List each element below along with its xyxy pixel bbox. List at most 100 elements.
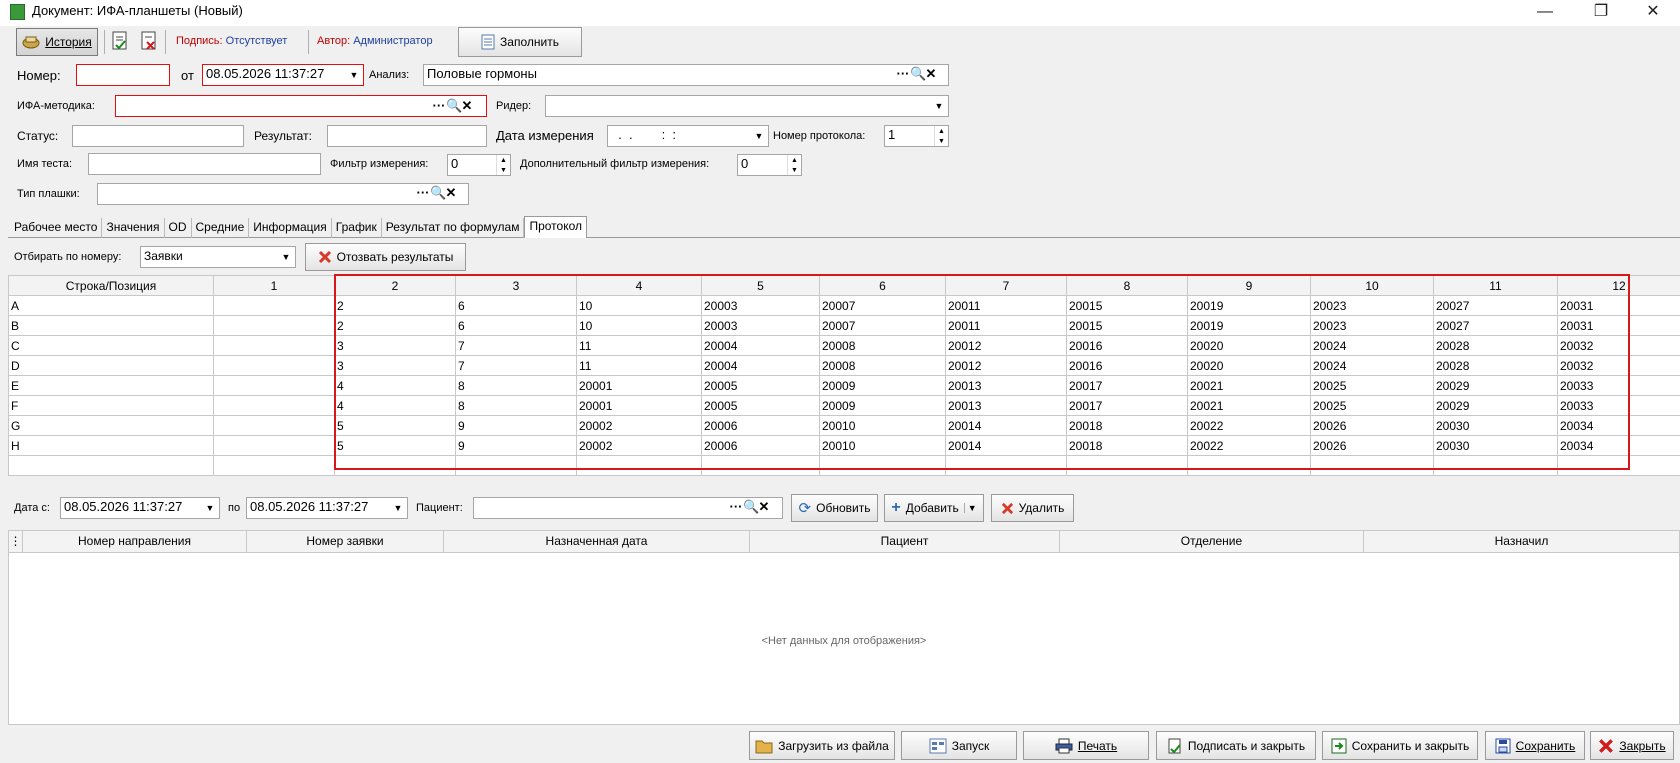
clear-icon[interactable]: ✕: [924, 64, 938, 84]
plate-cell[interactable]: 20012: [945, 355, 1067, 376]
plate-cell[interactable]: 20001: [576, 375, 702, 396]
check-document-icon[interactable]: [110, 31, 130, 54]
plate-cell[interactable]: 11: [576, 335, 702, 356]
row-label-cell[interactable]: H: [8, 435, 214, 456]
test-name-input[interactable]: [88, 153, 321, 175]
plate-cell[interactable]: 20025: [1310, 395, 1434, 416]
plate-cell[interactable]: 6: [455, 315, 577, 336]
column-header[interactable]: 11: [1433, 275, 1558, 296]
plate-cell[interactable]: 20021: [1187, 395, 1311, 416]
plate-cell[interactable]: 20011: [945, 315, 1067, 336]
plate-cell[interactable]: 20005: [701, 375, 820, 396]
column-header[interactable]: 3: [455, 275, 577, 296]
plate-cell[interactable]: 20034: [1557, 415, 1680, 436]
spinner-arrows-icon[interactable]: ▲ ▼: [496, 155, 510, 175]
plate-cell[interactable]: 20003: [701, 315, 820, 336]
chevron-down-icon[interactable]: ▼: [389, 498, 407, 518]
plate-cell[interactable]: 20030: [1433, 415, 1558, 436]
delete-button[interactable]: Удалить: [991, 494, 1074, 522]
plate-cell[interactable]: 20013: [945, 395, 1067, 416]
reader-select[interactable]: ▼: [545, 95, 949, 117]
plate-cell[interactable]: [213, 295, 335, 316]
plate-cell[interactable]: 20009: [819, 375, 946, 396]
ellipsis-icon[interactable]: ···: [432, 96, 446, 116]
plate-cell[interactable]: [213, 315, 335, 336]
restore-button[interactable]: ❐: [1578, 0, 1624, 26]
tab-averages[interactable]: Средние: [192, 218, 250, 238]
plate-cell[interactable]: 20018: [1066, 415, 1188, 436]
plate-cell[interactable]: 20001: [576, 395, 702, 416]
plate-cell[interactable]: 20033: [1557, 395, 1680, 416]
plate-cell[interactable]: 20014: [945, 435, 1067, 456]
result-input[interactable]: [327, 125, 487, 147]
tab-od[interactable]: OD: [165, 218, 192, 238]
column-header[interactable]: 12: [1557, 275, 1680, 296]
number-input[interactable]: [76, 64, 170, 86]
plate-cell[interactable]: 3: [334, 355, 456, 376]
date-to-input[interactable]: 08.05.2026 11:37:27 ▼: [246, 497, 408, 519]
analysis-input[interactable]: Половые гормоны: [423, 64, 949, 86]
plate-cell[interactable]: 20025: [1310, 375, 1434, 396]
add-button[interactable]: + Добавить ▼: [884, 494, 984, 522]
plate-cell[interactable]: 20016: [1066, 355, 1188, 376]
clear-icon[interactable]: ✕: [757, 497, 771, 517]
plate-cell[interactable]: 20010: [819, 435, 946, 456]
save-and-close-button[interactable]: Сохранить и закрыть: [1322, 731, 1478, 760]
plate-cell[interactable]: 20030: [1433, 435, 1558, 456]
column-header[interactable]: Строка/Позиция: [8, 275, 214, 296]
plate-cell[interactable]: 20011: [945, 295, 1067, 316]
row-label-cell[interactable]: F: [8, 395, 214, 416]
tab-formula-result[interactable]: Результат по формулам: [382, 218, 525, 238]
search-icon[interactable]: 🔍: [430, 183, 446, 203]
plate-cell[interactable]: 20021: [1187, 375, 1311, 396]
plate-cell[interactable]: 5: [334, 415, 456, 436]
plate-cell[interactable]: 20002: [576, 435, 702, 456]
chevron-down-icon[interactable]: ▼: [345, 65, 363, 85]
plate-cell[interactable]: 20022: [1187, 435, 1311, 456]
plate-cell[interactable]: 20018: [1066, 435, 1188, 456]
plate-cell[interactable]: 20031: [1557, 315, 1680, 336]
plate-cell[interactable]: 11: [576, 355, 702, 376]
extra-filter-spinner[interactable]: 0 ▲ ▼: [737, 154, 802, 176]
plate-cell[interactable]: 20034: [1557, 435, 1680, 456]
tab-chart[interactable]: График: [332, 218, 382, 238]
plate-cell[interactable]: 20026: [1310, 435, 1434, 456]
search-icon[interactable]: 🔍: [910, 64, 926, 84]
plate-cell[interactable]: 5: [334, 435, 456, 456]
plate-cell[interactable]: 6: [455, 295, 577, 316]
plate-cell[interactable]: 20019: [1187, 315, 1311, 336]
plate-cell[interactable]: 4: [334, 395, 456, 416]
plate-cell[interactable]: 7: [455, 355, 577, 376]
plate-cell[interactable]: 20020: [1187, 355, 1311, 376]
select-by-dropdown[interactable]: Заявки ▼: [140, 246, 296, 268]
plate-cell[interactable]: [1310, 455, 1434, 476]
column-header[interactable]: 9: [1187, 275, 1311, 296]
column-header[interactable]: 5: [701, 275, 820, 296]
plate-cell[interactable]: [213, 435, 335, 456]
plate-cell[interactable]: [213, 455, 335, 476]
column-header[interactable]: 10: [1310, 275, 1434, 296]
date-from-input[interactable]: 08.05.2026 11:37:27 ▼: [60, 497, 220, 519]
plate-cell[interactable]: 20027: [1433, 315, 1558, 336]
plate-cell[interactable]: 20023: [1310, 295, 1434, 316]
plate-cell[interactable]: 20015: [1066, 315, 1188, 336]
plate-cell[interactable]: 20010: [819, 415, 946, 436]
plate-cell[interactable]: 4: [334, 375, 456, 396]
plate-cell[interactable]: 20026: [1310, 415, 1434, 436]
plate-cell[interactable]: 7: [455, 335, 577, 356]
plate-cell[interactable]: 20029: [1433, 375, 1558, 396]
chevron-down-icon[interactable]: ▼: [201, 498, 219, 518]
tab-values[interactable]: Значения: [102, 218, 165, 238]
plate-cell[interactable]: 8: [455, 375, 577, 396]
plate-cell[interactable]: [1433, 455, 1558, 476]
plate-type-input[interactable]: [97, 183, 469, 205]
column-header[interactable]: 6: [819, 275, 946, 296]
row-label-cell[interactable]: B: [8, 315, 214, 336]
column-header[interactable]: Номер направления: [23, 531, 247, 552]
plate-cell[interactable]: 20008: [819, 355, 946, 376]
tab-workplace[interactable]: Рабочее место: [10, 218, 103, 238]
plate-cell[interactable]: 20006: [701, 435, 820, 456]
column-header[interactable]: Пациент: [750, 531, 1060, 552]
row-label-cell[interactable]: C: [8, 335, 214, 356]
tab-information[interactable]: Информация: [249, 218, 332, 238]
